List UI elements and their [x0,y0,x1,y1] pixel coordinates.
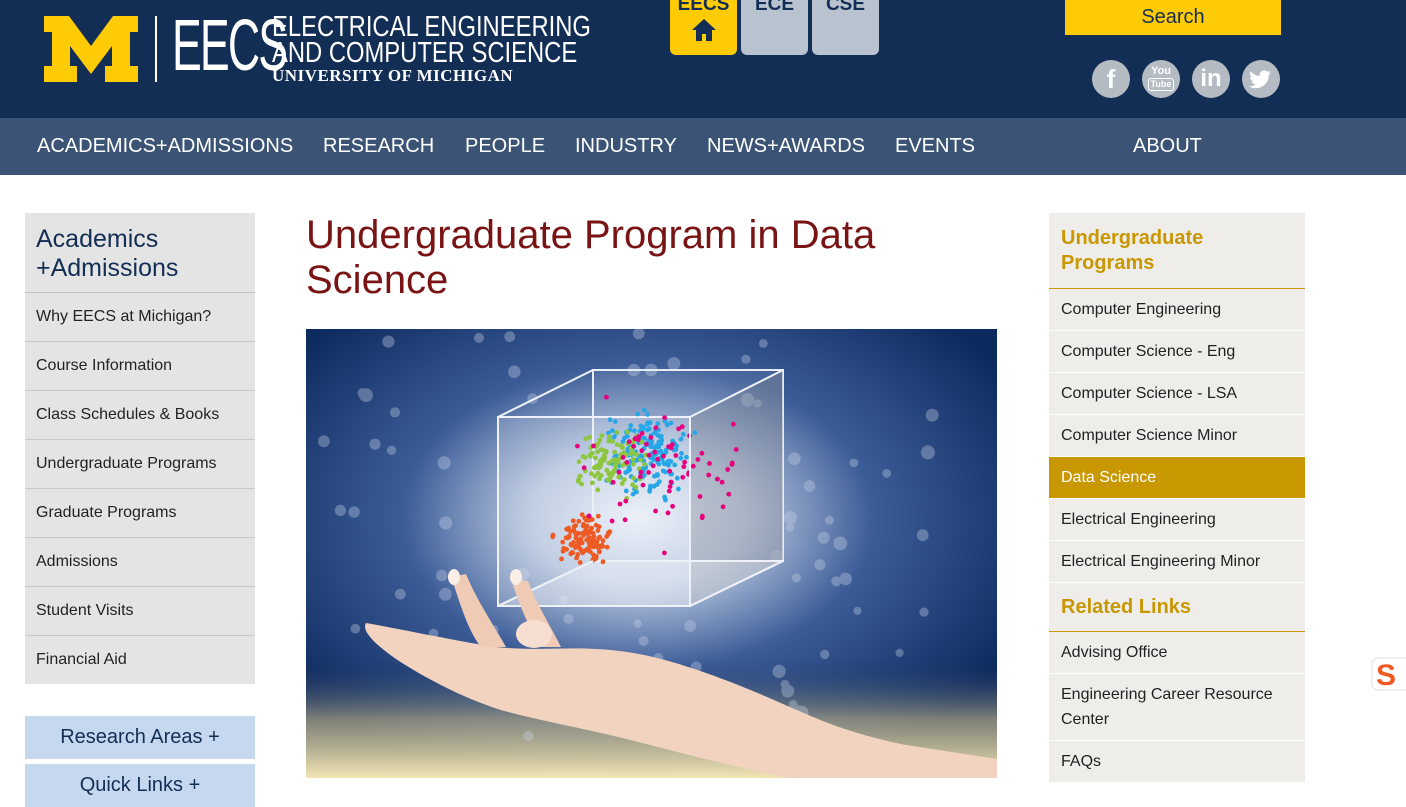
nav-people[interactable]: PEOPLE [465,118,545,175]
facebook-icon[interactable]: f [1092,60,1130,98]
page-title: Undergraduate Program in Data Science [306,213,946,303]
right-sidebar: Undergraduate Programs Computer Engineer… [1049,213,1305,783]
eecs-logo[interactable]: EECS ELECTRICAL ENGINEERING AND COMPUTER… [44,14,604,86]
nav-industry[interactable]: INDUSTRY [575,118,677,175]
sidebar-title[interactable]: Academics +Admissions [25,213,255,293]
logo-wordmark: EECS [172,6,286,86]
nav-research[interactable]: RESEARCH [323,118,434,175]
sidebar-item-financial-aid[interactable]: Financial Aid [25,636,255,684]
related-advising-office[interactable]: Advising Office [1049,632,1305,674]
twitter-icon[interactable] [1242,60,1280,98]
nav-academics-admissions[interactable]: ACADEMICS+ADMISSIONS [37,118,293,175]
linkedin-icon[interactable]: in [1192,60,1230,98]
left-sidebar: Academics +Admissions Why EECS at Michig… [25,213,255,684]
related-engineering-career-resource-center[interactable]: Engineering Career Resource Center [1049,674,1305,741]
tab-ece[interactable]: ECE [741,0,808,55]
sidebar-item-undergraduate-programs[interactable]: Undergraduate Programs [25,440,255,489]
nav-about[interactable]: ABOUT [1133,118,1202,175]
tab-cse-label: CSE [812,0,879,16]
nav-news-awards[interactable]: NEWS+AWARDS [707,118,865,175]
tab-eecs-label: EECS [670,0,737,16]
site-header: EECS ELECTRICAL ENGINEERING AND COMPUTER… [0,0,1406,118]
sidebar-item-student-visits[interactable]: Student Visits [25,587,255,636]
tab-eecs[interactable]: EECS [670,0,737,55]
logo-line-2: AND COMPUTER SCIENCE [272,38,577,68]
sidebar-item-class-schedules[interactable]: Class Schedules & Books [25,391,255,440]
logo-line-3: UNIVERSITY OF MICHIGAN [272,66,513,86]
program-computer-engineering[interactable]: Computer Engineering [1049,289,1305,331]
program-computer-science-lsa[interactable]: Computer Science - LSA [1049,373,1305,415]
home-icon [691,18,717,42]
floating-s-widget-icon[interactable]: S [1370,656,1406,692]
program-data-science[interactable]: Data Science [1049,457,1305,499]
twitter-bird-icon [1242,60,1280,98]
sidebar-item-admissions[interactable]: Admissions [25,538,255,587]
sidebar-item-course-information[interactable]: Course Information [25,342,255,391]
block-m-logo-icon [44,16,138,82]
quick-links-button[interactable]: Quick Links + [25,764,255,807]
svg-text:S: S [1376,659,1396,692]
tab-cse[interactable]: CSE [812,0,879,55]
program-computer-science-minor[interactable]: Computer Science Minor [1049,415,1305,457]
related-links-heading: Related Links [1049,583,1305,632]
program-computer-science-eng[interactable]: Computer Science - Eng [1049,331,1305,373]
undergraduate-programs-heading[interactable]: Undergraduate Programs [1049,213,1305,289]
research-areas-button[interactable]: Research Areas + [25,716,255,759]
sidebar-item-why-eecs[interactable]: Why EECS at Michigan? [25,293,255,342]
program-electrical-engineering[interactable]: Electrical Engineering [1049,499,1305,541]
hero-image-data-cube [306,329,997,778]
youtube-icon[interactable]: YouTube [1142,60,1180,98]
sidebar-item-graduate-programs[interactable]: Graduate Programs [25,489,255,538]
main-nav: ACADEMICS+ADMISSIONS RESEARCH PEOPLE IND… [0,118,1406,175]
nav-events[interactable]: EVENTS [895,118,975,175]
logo-divider [155,16,157,82]
tab-ece-label: ECE [741,0,808,16]
related-faqs[interactable]: FAQs [1049,741,1305,783]
search-button[interactable]: Search [1065,0,1281,35]
program-electrical-engineering-minor[interactable]: Electrical Engineering Minor [1049,541,1305,583]
